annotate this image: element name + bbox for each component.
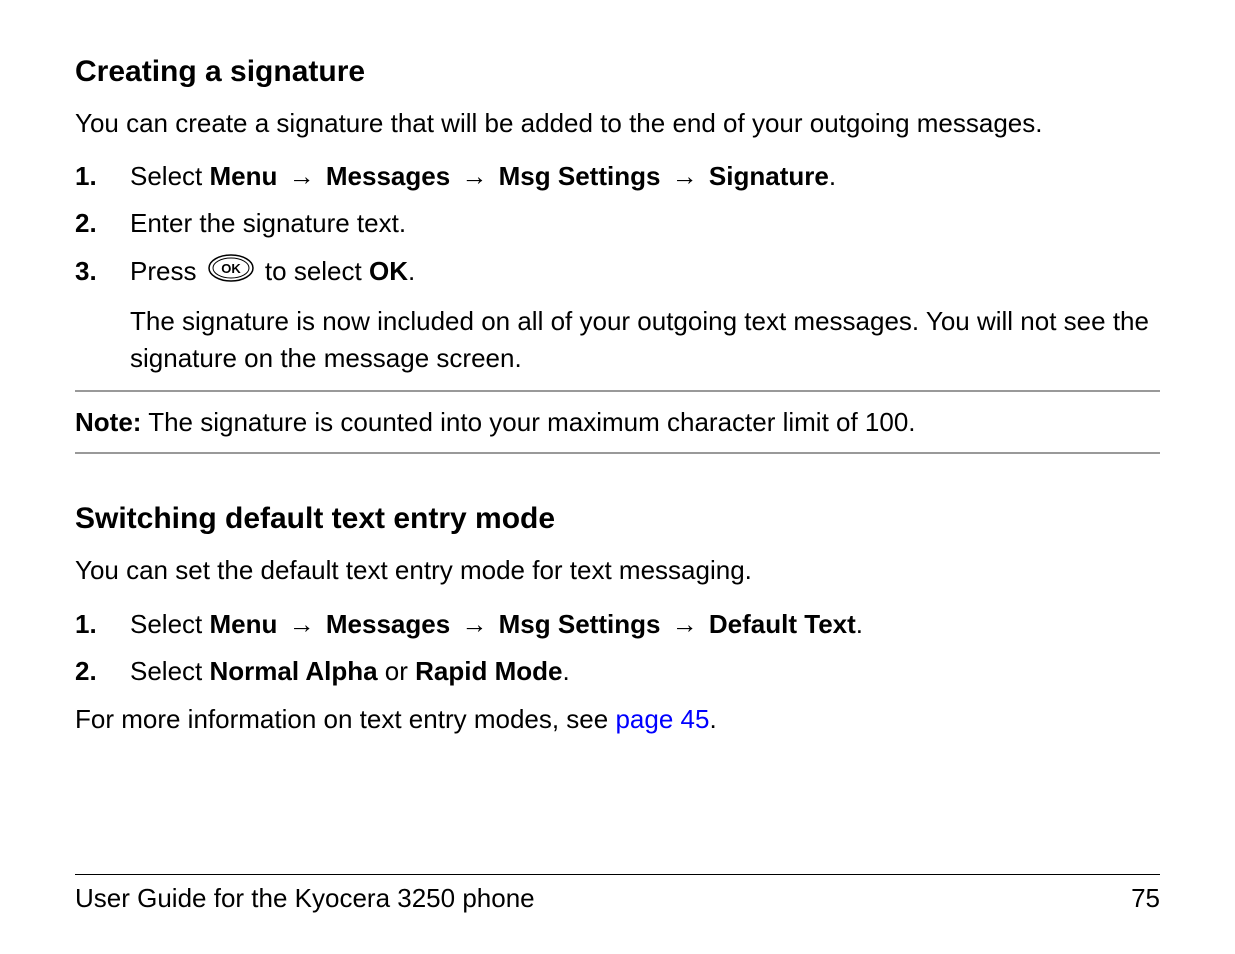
menu-label: Menu	[210, 609, 278, 639]
msg-settings-label: Msg Settings	[499, 609, 661, 639]
step-content: Select Menu → Messages → Msg Settings → …	[130, 607, 1160, 642]
step-1-switching: 1. Select Menu → Messages → Msg Settings…	[75, 607, 1160, 642]
text-select: Select	[130, 609, 210, 639]
messages-label: Messages	[326, 161, 450, 191]
intro-switching: You can set the default text entry mode …	[75, 552, 1160, 588]
step-3-subtext: The signature is now included on all of …	[130, 303, 1160, 376]
page-footer: User Guide for the Kyocera 3250 phone 75	[75, 874, 1160, 914]
messages-label: Messages	[326, 609, 450, 639]
step-2-switching: 2. Select Normal Alpha or Rapid Mode.	[75, 654, 1160, 689]
rapid-mode-label: Rapid Mode	[415, 656, 562, 686]
step-content: Select Menu → Messages → Msg Settings → …	[130, 159, 1160, 194]
arrow-icon: →	[461, 609, 487, 639]
period: .	[709, 704, 716, 734]
step-2-signature: 2. Enter the signature text.	[75, 206, 1160, 241]
period: .	[408, 256, 415, 286]
text-to-select: to select	[258, 256, 369, 286]
step-content: Enter the signature text.	[130, 206, 1160, 241]
ok-label: OK	[369, 256, 408, 286]
text-select: Select	[130, 656, 210, 686]
normal-alpha-label: Normal Alpha	[210, 656, 378, 686]
step-number: 2.	[75, 654, 130, 689]
arrow-icon: →	[672, 609, 698, 639]
arrow-icon: →	[289, 161, 315, 191]
step-1-signature: 1. Select Menu → Messages → Msg Settings…	[75, 159, 1160, 194]
step-number: 1.	[75, 159, 130, 194]
note-text: The signature is counted into your maxim…	[141, 407, 915, 437]
arrow-icon: →	[461, 161, 487, 191]
arrow-icon: →	[672, 161, 698, 191]
note-box: Note: The signature is counted into your…	[75, 390, 1160, 454]
note-label: Note:	[75, 407, 141, 437]
arrow-icon: →	[289, 609, 315, 639]
more-info-prefix: For more information on text entry modes…	[75, 704, 615, 734]
step-number: 1.	[75, 607, 130, 642]
step-content: Select Normal Alpha or Rapid Mode.	[130, 654, 1160, 689]
footer-guide-title: User Guide for the Kyocera 3250 phone	[75, 883, 535, 914]
ok-button-icon: OK	[208, 254, 254, 291]
period: .	[562, 656, 569, 686]
intro-signature: You can create a signature that will be …	[75, 105, 1160, 141]
period: .	[829, 161, 836, 191]
text-select: Select	[130, 161, 210, 191]
more-info-text: For more information on text entry modes…	[75, 701, 1160, 737]
footer-page-number: 75	[1131, 883, 1160, 914]
heading-creating-signature: Creating a signature	[75, 55, 1160, 89]
page-link[interactable]: page 45	[615, 704, 709, 734]
step-number: 3.	[75, 254, 130, 292]
text-press: Press	[130, 256, 204, 286]
signature-label: Signature	[709, 161, 829, 191]
heading-switching-mode: Switching default text entry mode	[75, 502, 1160, 536]
msg-settings-label: Msg Settings	[499, 161, 661, 191]
step-3-signature: 3. Press OK to select OK.	[75, 254, 1160, 292]
period: .	[856, 609, 863, 639]
text-or: or	[378, 656, 416, 686]
svg-text:OK: OK	[221, 261, 241, 276]
default-text-label: Default Text	[709, 609, 856, 639]
step-number: 2.	[75, 206, 130, 241]
menu-label: Menu	[210, 161, 278, 191]
step-content: Press OK to select OK.	[130, 254, 1160, 292]
